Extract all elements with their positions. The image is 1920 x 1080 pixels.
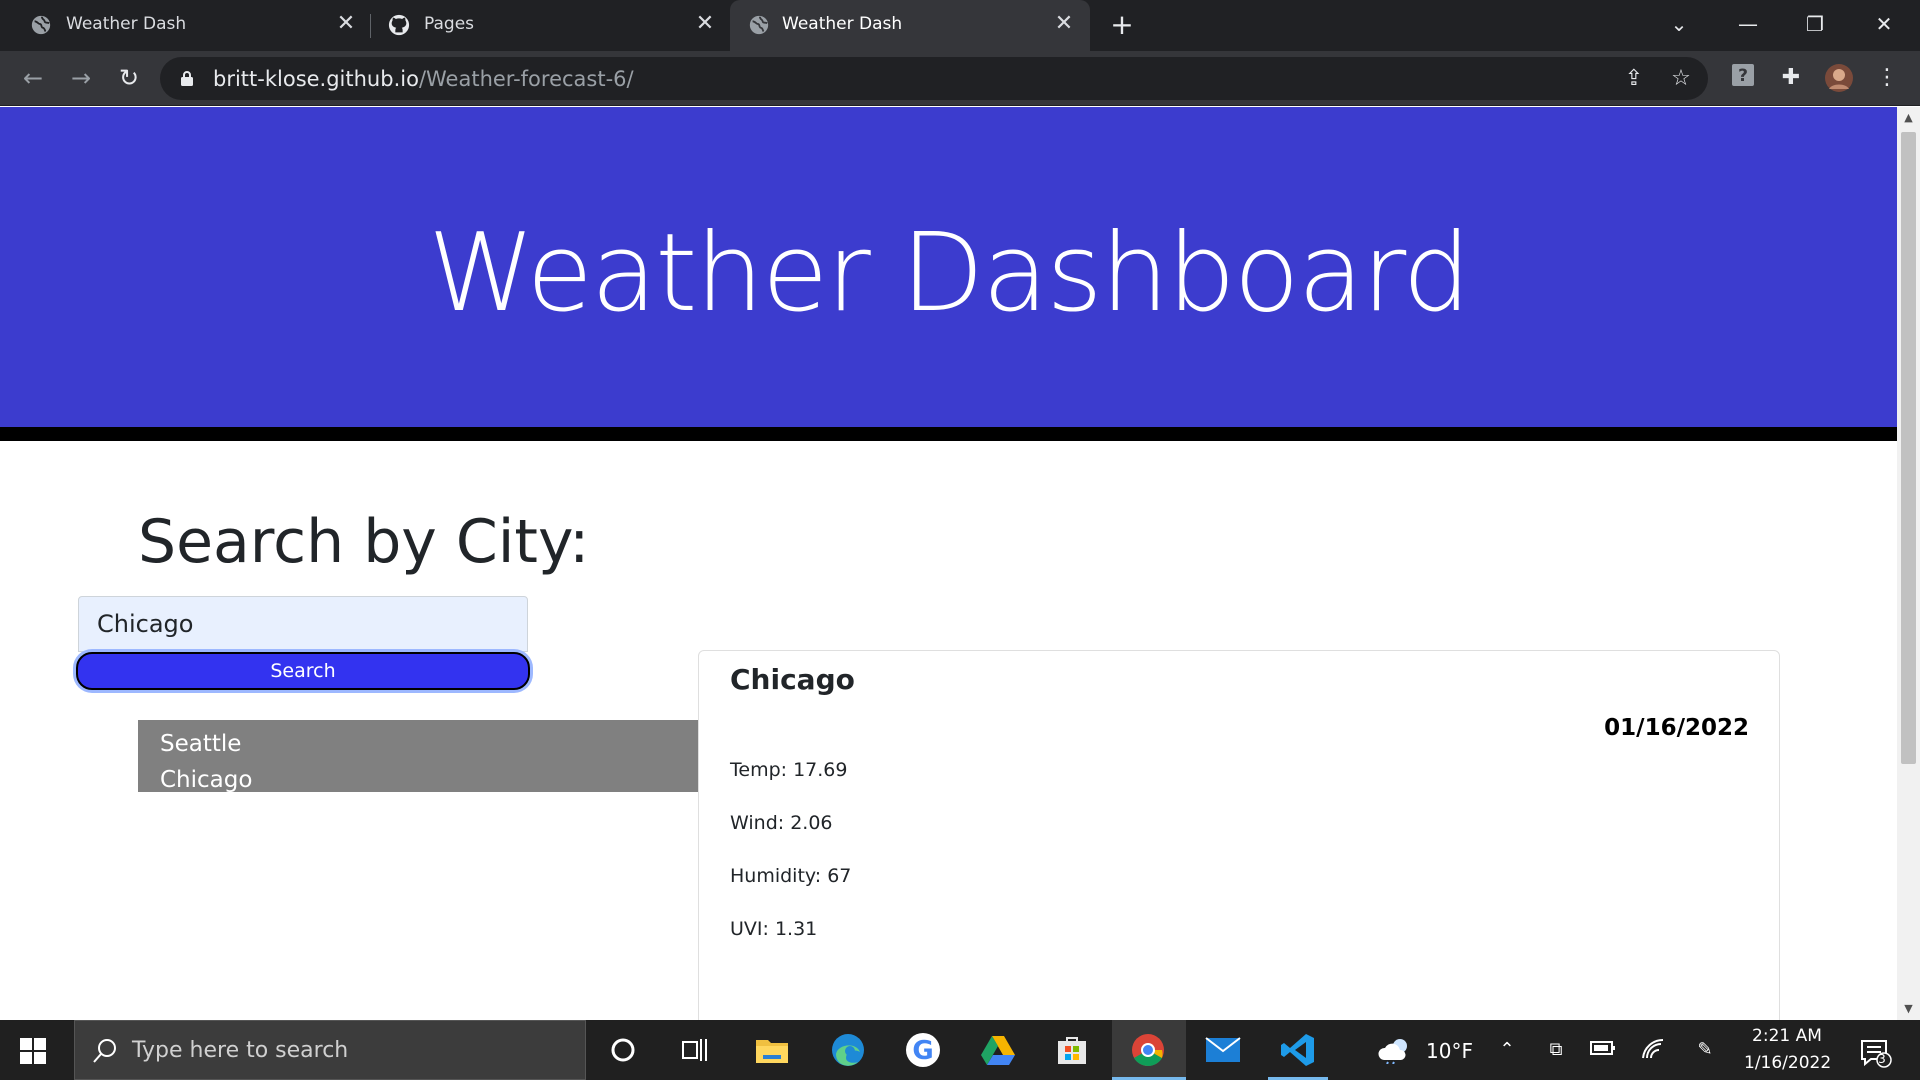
history-item-seattle[interactable]: Seattle bbox=[160, 726, 676, 762]
weather-cloud-icon[interactable] bbox=[1374, 1030, 1414, 1070]
chrome-icon[interactable] bbox=[1128, 1030, 1168, 1070]
close-tab-icon[interactable]: ✕ bbox=[335, 13, 357, 35]
current-date: 01/16/2022 bbox=[1604, 715, 1749, 741]
address-bar[interactable]: britt-klose.github.io/Weather-forecast-6… bbox=[160, 57, 1708, 100]
tab-divider bbox=[370, 14, 371, 38]
google-icon[interactable]: G bbox=[903, 1030, 943, 1070]
search-icon bbox=[93, 1039, 116, 1063]
back-arrow-icon[interactable]: ← bbox=[18, 63, 48, 93]
clock-time[interactable]: 2:21 AM bbox=[1752, 1026, 1822, 1046]
weather-temperature[interactable]: 10°F bbox=[1426, 1039, 1473, 1063]
reload-icon[interactable]: ↻ bbox=[114, 63, 144, 93]
taskbar-search-placeholder: Type here to search bbox=[132, 1038, 349, 1063]
lock-icon bbox=[181, 71, 193, 86]
scroll-up-arrow-icon[interactable]: ▲ bbox=[1897, 109, 1920, 127]
extensions-puzzle-icon[interactable]: ✚ bbox=[1776, 63, 1806, 93]
mail-icon[interactable] bbox=[1203, 1030, 1243, 1070]
search-button[interactable]: Search bbox=[76, 652, 530, 690]
tab-search-chevron-icon[interactable]: ⌄ bbox=[1661, 8, 1697, 40]
new-tab-plus-icon[interactable]: + bbox=[1108, 11, 1136, 39]
battery-icon[interactable] bbox=[1590, 1038, 1616, 1062]
profile-avatar[interactable] bbox=[1824, 63, 1854, 93]
search-history-list: Seattle Chicago bbox=[138, 720, 698, 793]
page-title: Weather Dashboard bbox=[428, 211, 1471, 336]
help-extension-icon[interactable]: ? bbox=[1728, 63, 1758, 93]
history-item-chicago[interactable]: Chicago bbox=[160, 762, 676, 798]
page-viewport: Weather Dashboard Search by City: Search… bbox=[0, 107, 1897, 1020]
github-icon bbox=[388, 14, 410, 36]
share-icon[interactable]: ⇪ bbox=[1621, 66, 1647, 92]
vscode-icon[interactable] bbox=[1278, 1030, 1318, 1070]
globe-icon bbox=[749, 15, 769, 35]
file-explorer-icon[interactable] bbox=[752, 1030, 792, 1070]
wifi-icon[interactable] bbox=[1640, 1038, 1666, 1062]
browser-tab-strip: Weather Dash ✕ Pages ✕ Weather Dash ✕ + … bbox=[0, 0, 1920, 51]
humidity-value: Humidity: 67 bbox=[730, 865, 852, 887]
wind-value: Wind: 2.06 bbox=[730, 812, 833, 834]
clock-date[interactable]: 1/16/2022 bbox=[1744, 1053, 1831, 1073]
current-city-name: Chicago bbox=[730, 663, 855, 696]
minimize-icon[interactable]: — bbox=[1730, 8, 1766, 40]
chrome-menu-icon[interactable]: ⋮ bbox=[1872, 63, 1902, 93]
taskbar-search-box[interactable]: Type here to search bbox=[74, 1020, 586, 1080]
hero-header: Weather Dashboard bbox=[0, 107, 1897, 441]
show-hidden-icons-chevron-icon[interactable]: ⌃ bbox=[1494, 1038, 1520, 1062]
globe-icon bbox=[31, 15, 51, 35]
cortana-icon[interactable] bbox=[603, 1030, 643, 1070]
page-scrollbar[interactable]: ▲ ▼ bbox=[1897, 107, 1920, 1020]
meet-now-icon[interactable]: ⧉ bbox=[1543, 1038, 1569, 1062]
tab-weather-dash-active[interactable]: Weather Dash ✕ bbox=[730, 0, 1090, 51]
tab-weather-dash-1[interactable]: Weather Dash ✕ bbox=[0, 0, 365, 51]
scroll-thumb[interactable] bbox=[1901, 132, 1916, 764]
pen-ink-icon[interactable]: ✎ bbox=[1692, 1038, 1718, 1062]
search-heading: Search by City: bbox=[138, 507, 590, 577]
tab-title: Weather Dash bbox=[782, 14, 903, 34]
windows-taskbar: Type here to search G 10°F ⌃ ⧉ ✎ 2:21 AM… bbox=[0, 1020, 1920, 1080]
browser-toolbar: ← → ↻ britt-klose.github.io/Weather-fore… bbox=[0, 51, 1920, 106]
url-text: britt-klose.github.io/Weather-forecast-6… bbox=[213, 67, 634, 91]
scroll-down-arrow-icon[interactable]: ▼ bbox=[1897, 1000, 1920, 1018]
windows-start-icon[interactable] bbox=[20, 1038, 46, 1064]
svg-text:?: ? bbox=[1738, 66, 1748, 86]
restore-icon[interactable]: ❐ bbox=[1797, 8, 1833, 40]
notification-center-icon[interactable] bbox=[1856, 1038, 1896, 1068]
uvi-value: UVI: 1.31 bbox=[730, 918, 818, 940]
url-path: /Weather-forecast-6/ bbox=[418, 67, 634, 91]
current-weather-card: Chicago 01/16/2022 Temp: 17.69 Wind: 2.0… bbox=[698, 650, 1780, 1020]
tab-pages[interactable]: Pages ✕ bbox=[372, 0, 728, 51]
svg-text:G: G bbox=[912, 1036, 933, 1066]
url-host: britt-klose.github.io bbox=[213, 67, 419, 91]
edge-browser-icon[interactable] bbox=[828, 1030, 868, 1070]
forward-arrow-icon[interactable]: → bbox=[66, 63, 96, 93]
microsoft-store-icon[interactable] bbox=[1052, 1030, 1092, 1070]
temp-value: Temp: 17.69 bbox=[730, 759, 848, 781]
google-drive-icon[interactable] bbox=[978, 1030, 1018, 1070]
close-tab-icon[interactable]: ✕ bbox=[694, 13, 716, 35]
task-view-icon[interactable] bbox=[675, 1030, 715, 1070]
tab-title: Pages bbox=[424, 14, 475, 34]
notification-count-badge: 3 bbox=[1878, 1052, 1886, 1066]
tab-title: Weather Dash bbox=[66, 14, 187, 34]
close-tab-icon[interactable]: ✕ bbox=[1053, 13, 1075, 35]
bookmark-star-icon[interactable]: ☆ bbox=[1668, 66, 1694, 92]
close-window-icon[interactable]: ✕ bbox=[1866, 8, 1902, 40]
city-search-input[interactable] bbox=[78, 596, 528, 652]
